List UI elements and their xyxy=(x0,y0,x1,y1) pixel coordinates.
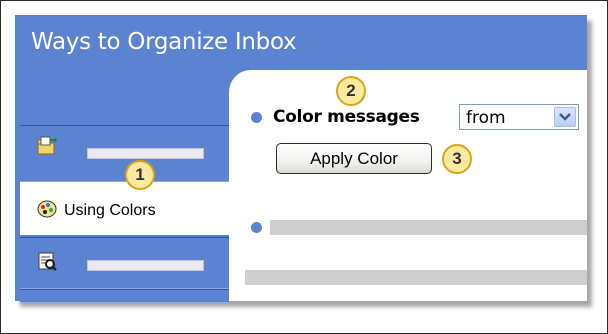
color-messages-select[interactable]: from xyxy=(459,104,579,130)
placeholder-bar xyxy=(245,270,587,285)
select-value: from xyxy=(466,108,506,128)
bullet-icon xyxy=(251,112,262,123)
placeholder-bar xyxy=(270,220,587,235)
bullet-icon xyxy=(251,222,262,233)
color-messages-label: Color messages xyxy=(273,107,420,127)
sidebar-item-placeholder xyxy=(87,260,204,271)
rules-icon xyxy=(37,251,57,271)
sidebar-item-rules[interactable] xyxy=(20,237,229,289)
sidebar-item-partial xyxy=(20,289,229,303)
apply-color-button[interactable]: Apply Color xyxy=(276,143,432,174)
callout-2: 2 xyxy=(336,76,366,106)
chevron-down-icon xyxy=(559,113,571,121)
dropdown-button[interactable] xyxy=(554,107,576,127)
callout-3: 3 xyxy=(442,144,472,174)
folder-move-icon xyxy=(37,136,57,156)
sidebar-item-placeholder xyxy=(87,148,204,159)
callout-1: 1 xyxy=(125,160,155,190)
palette-icon xyxy=(37,199,57,219)
pane-title: Ways to Organize Inbox xyxy=(31,29,297,55)
sidebar-item-using-colors[interactable]: Using Colors xyxy=(20,182,229,235)
sidebar: Using Colors xyxy=(20,125,229,303)
sidebar-item-label: Using Colors xyxy=(64,202,156,219)
